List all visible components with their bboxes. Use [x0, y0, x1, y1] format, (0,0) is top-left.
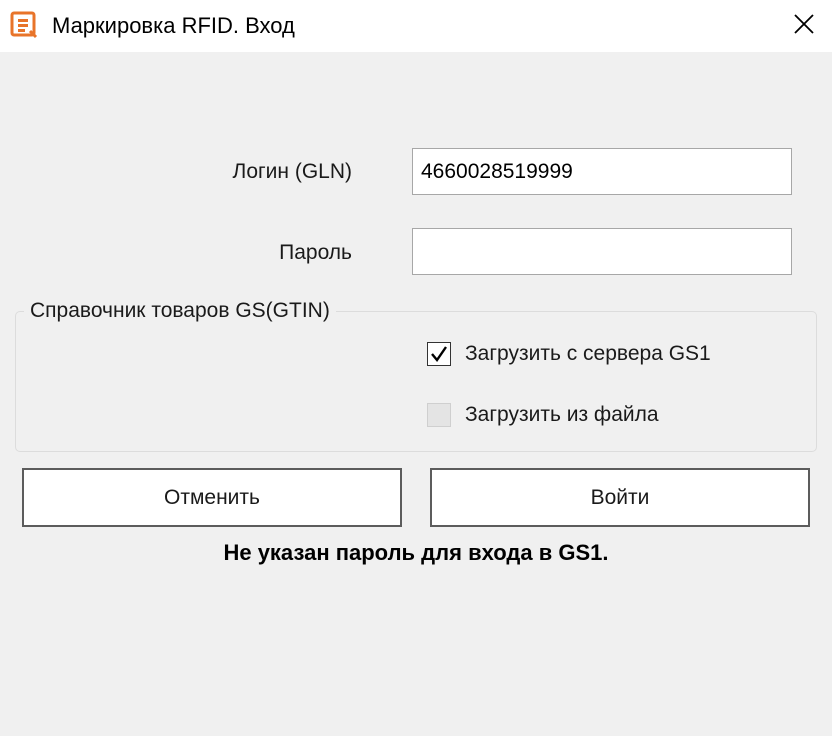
checkbox-checked-icon[interactable]: [427, 342, 451, 366]
login-button[interactable]: Войти: [430, 468, 810, 527]
goods-directory-groupbox: [15, 311, 817, 452]
window-title: Маркировка RFID. Вход: [52, 13, 295, 38]
load-from-file-label: Загрузить из файла: [465, 403, 659, 426]
status-message: Не указан пароль для входа в GS1.: [223, 540, 609, 565]
close-icon: [793, 13, 815, 40]
load-from-server-label: Загрузить с сервера GS1: [465, 342, 711, 365]
checkbox-unchecked-icon[interactable]: [427, 403, 451, 427]
app-logo-icon: [10, 11, 38, 39]
login-label: Логин (GLN): [232, 160, 352, 183]
password-field[interactable]: [412, 228, 792, 275]
load-from-file-checkbox[interactable]: Загрузить из файла: [427, 403, 659, 427]
title-bar[interactable]: Маркировка RFID. Вход: [0, 0, 832, 53]
close-button[interactable]: [776, 0, 832, 52]
password-label: Пароль: [279, 241, 352, 264]
groupbox-legend: Справочник товаров GS(GTIN): [24, 296, 336, 326]
login-dialog: Маркировка RFID. Вход Логин (GLN) Пароль…: [0, 0, 832, 736]
login-field[interactable]: [412, 148, 792, 195]
load-from-server-checkbox[interactable]: Загрузить с сервера GS1: [427, 342, 711, 366]
cancel-button[interactable]: Отменить: [22, 468, 402, 527]
